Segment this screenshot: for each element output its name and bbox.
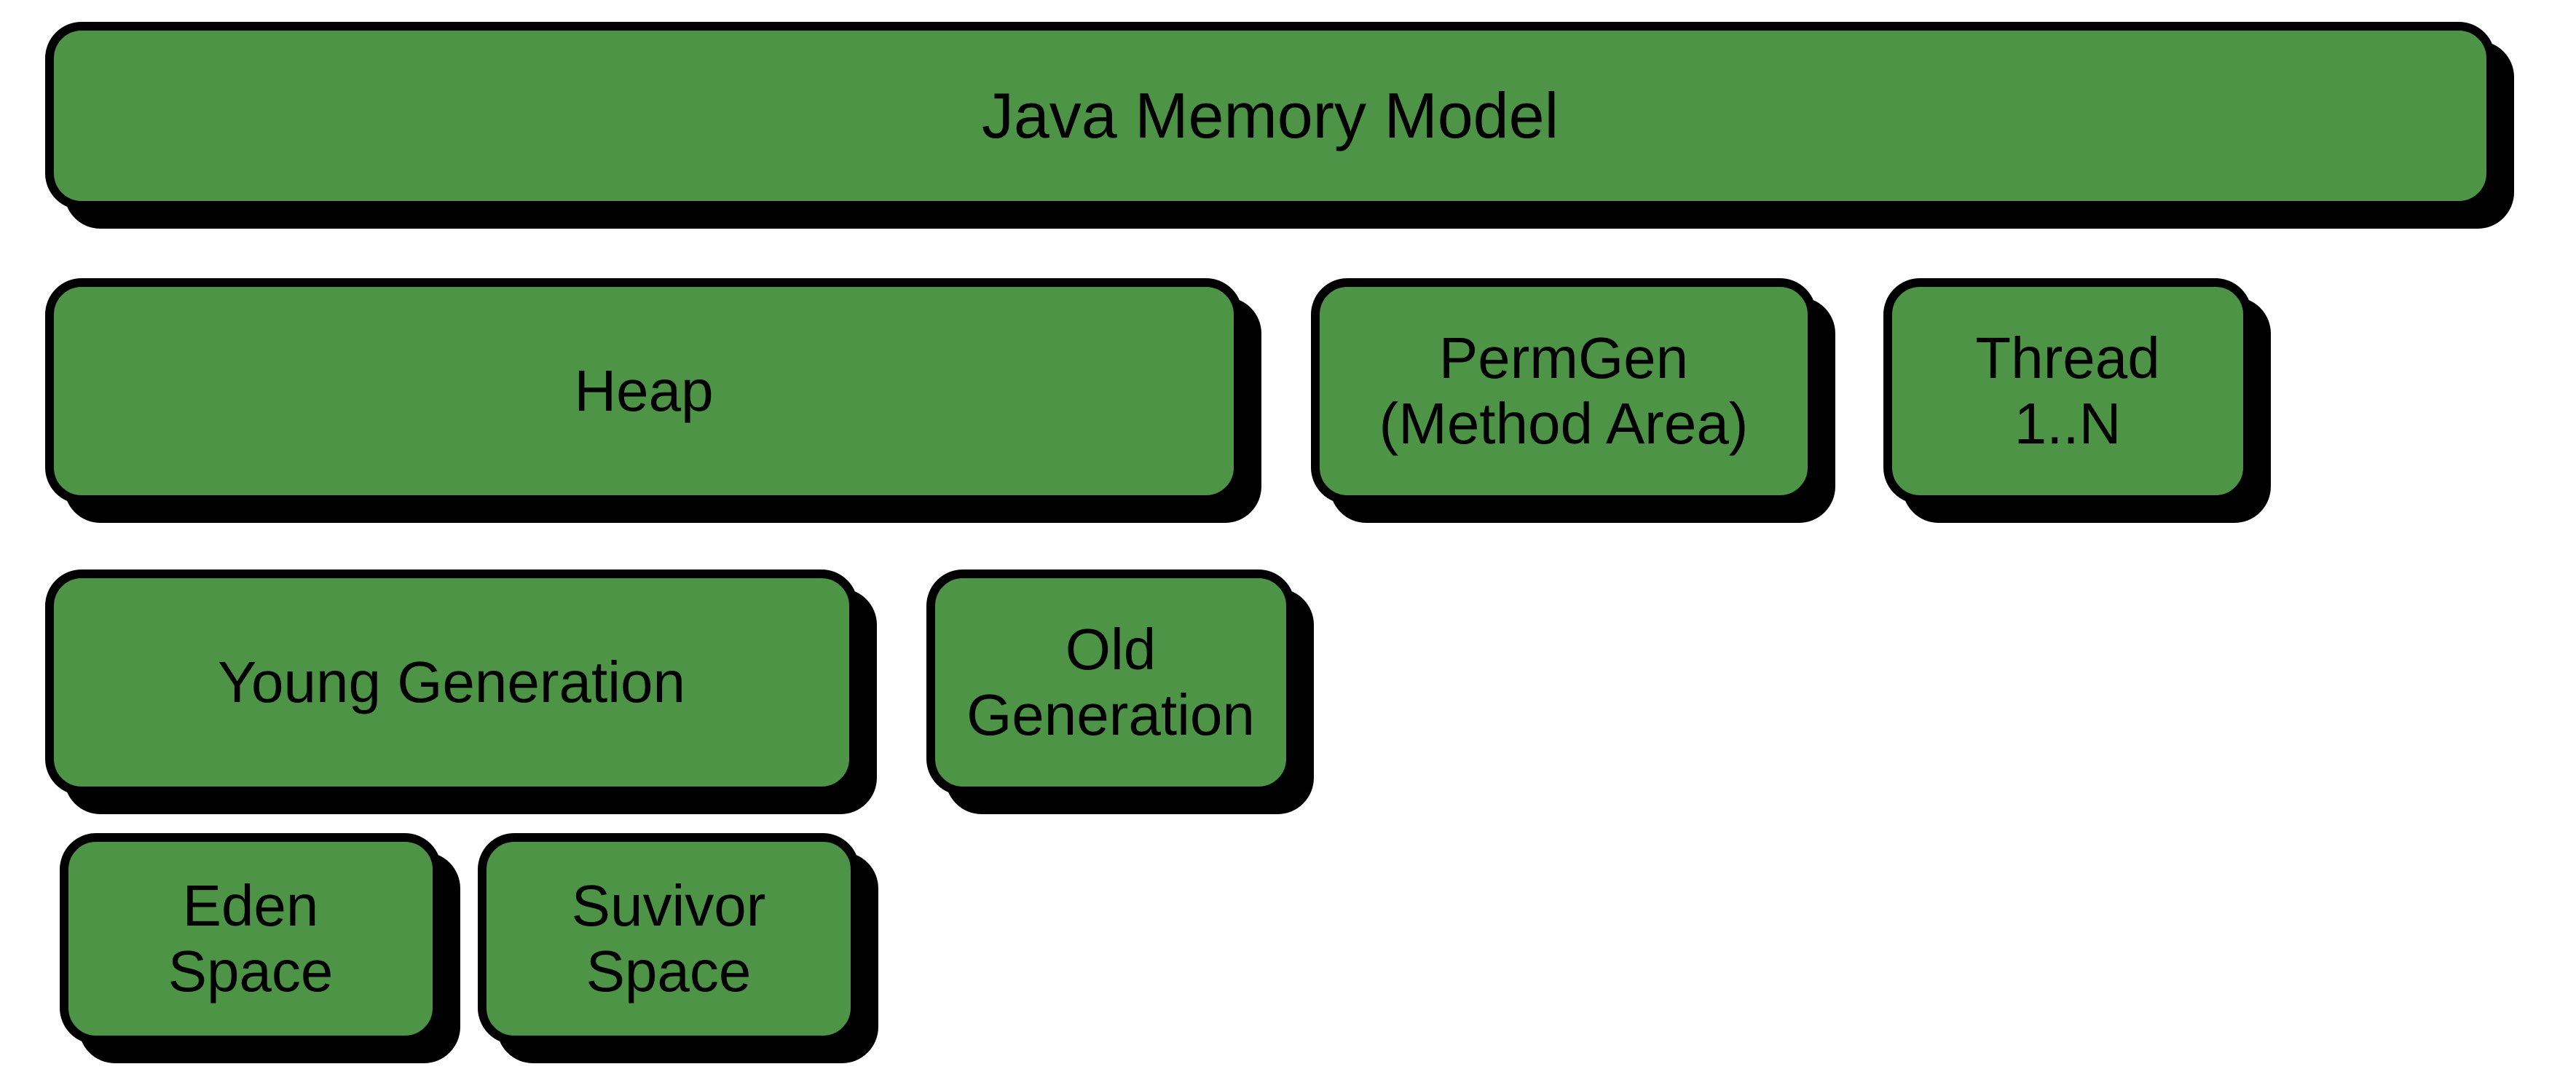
- eden-space-label: Eden Space: [168, 873, 334, 1004]
- thread-line2: 1..N: [1975, 391, 2159, 457]
- survivor-line1: Suvivor: [572, 873, 766, 939]
- thread-label: Thread 1..N: [1975, 326, 2159, 456]
- permgen-line2: (Method Area): [1379, 391, 1749, 457]
- permgen-box: PermGen (Method Area): [1311, 278, 1816, 504]
- title-label: Java Memory Model: [982, 80, 1559, 152]
- eden-space-box: Eden Space: [60, 833, 441, 1044]
- heap-box: Heap: [45, 278, 1242, 504]
- java-memory-model-diagram: Java Memory Model Heap PermGen (Method A…: [0, 0, 2576, 1080]
- survivor-space-label: Suvivor Space: [572, 873, 766, 1004]
- permgen-line1: PermGen: [1379, 326, 1749, 391]
- survivor-line2: Space: [572, 939, 766, 1004]
- eden-line2: Space: [168, 939, 334, 1004]
- heap-label: Heap: [574, 358, 713, 424]
- eden-line1: Eden: [168, 873, 334, 939]
- thread-box: Thread 1..N: [1883, 278, 2252, 504]
- title-box: Java Memory Model: [45, 22, 2495, 210]
- old-gen-label: Old Generation: [966, 617, 1255, 747]
- old-gen-box: Old Generation: [926, 569, 1295, 795]
- old-gen-line1: Old: [966, 617, 1255, 682]
- survivor-space-box: Suvivor Space: [478, 833, 859, 1044]
- young-gen-label: Young Generation: [218, 650, 685, 715]
- thread-line1: Thread: [1975, 326, 2159, 391]
- young-gen-box: Young Generation: [45, 569, 858, 795]
- permgen-label: PermGen (Method Area): [1379, 326, 1749, 456]
- old-gen-line2: Generation: [966, 682, 1255, 748]
